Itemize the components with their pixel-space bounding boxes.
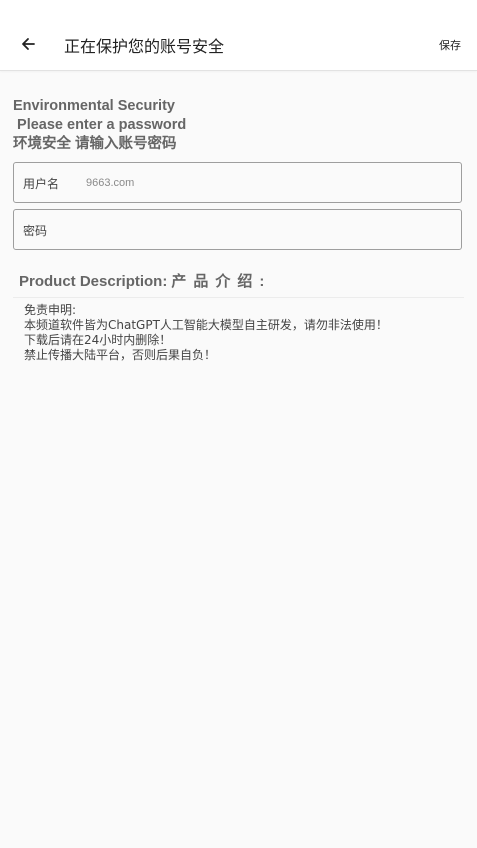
- username-label: 用户名: [23, 177, 60, 191]
- arrow-left-icon: [22, 38, 35, 50]
- page-title: 正在保护您的账号安全: [64, 37, 225, 56]
- divider: [13, 297, 464, 298]
- username-field[interactable]: 用户名: [13, 162, 462, 203]
- description-heading-en: Product Description:: [19, 273, 168, 290]
- password-field[interactable]: 密码: [13, 209, 462, 250]
- disclaimer-text: 免责申明: 本频道软件皆为ChatGPT人工智能大模型自主研发，请勿非法使用！ …: [24, 303, 388, 363]
- heading-line-2: Please enter a password: [13, 117, 187, 133]
- app-root: 正在保护您的账号安全 保存 Environmental Security Ple…: [0, 0, 477, 848]
- back-button[interactable]: [12, 28, 44, 60]
- password-input[interactable]: [74, 219, 434, 241]
- description-heading-cn: 产品介绍:: [171, 273, 272, 290]
- product-description-heading: Product Description: 产品介绍:: [19, 270, 271, 291]
- heading-line-1: Environmental Security: [13, 98, 175, 114]
- heading-line-3: 环境安全 请输入账号密码: [13, 136, 177, 152]
- disclaimer-line: 本频道软件皆为ChatGPT人工智能大模型自主研发，请勿非法使用！: [24, 318, 388, 332]
- security-heading: Environmental Security Please enter a pa…: [13, 97, 453, 154]
- save-button[interactable]: 保存: [439, 37, 461, 53]
- top-app-bar: 正在保护您的账号安全 保存: [0, 0, 477, 71]
- disclaimer-line: 下载后请在24小时内删除！: [24, 333, 172, 347]
- username-input[interactable]: [86, 172, 446, 194]
- disclaimer-line: 免责申明:: [24, 303, 77, 317]
- password-label: 密码: [23, 224, 48, 238]
- disclaimer-line: 禁止传播大陆平台，否则后果自负！: [24, 348, 217, 362]
